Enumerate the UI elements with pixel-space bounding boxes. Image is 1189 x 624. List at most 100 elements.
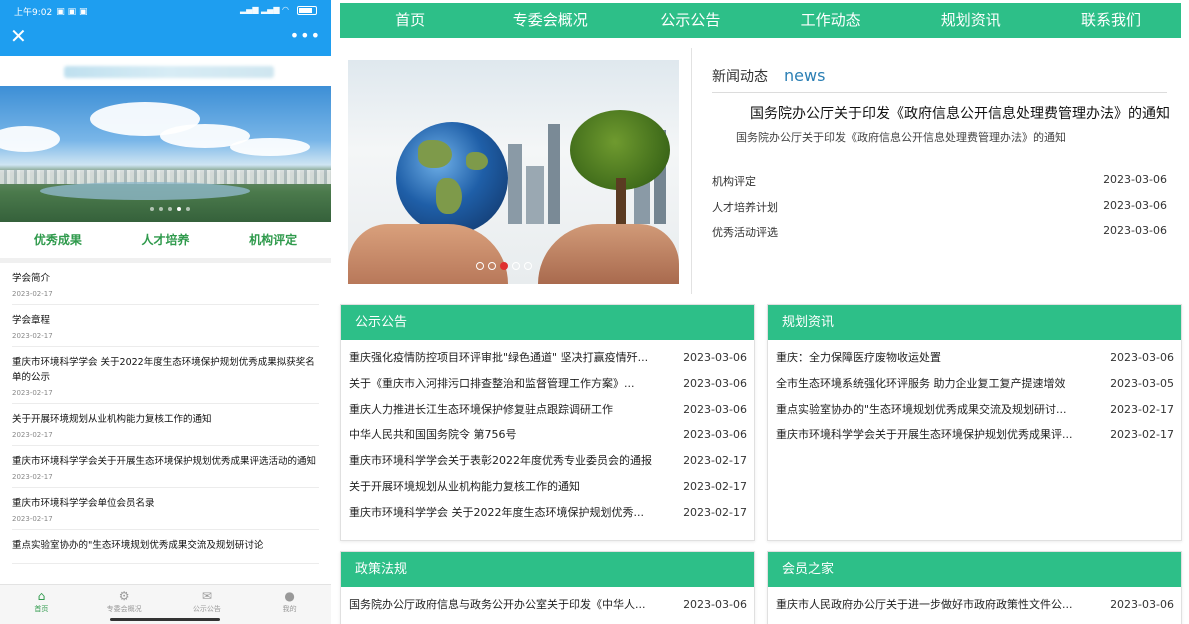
list-row[interactable]: 重庆：全力保障医疗废物收运处置 2023-03-06 <box>776 350 1174 376</box>
news-title: 优秀活动评选 <box>712 226 778 239</box>
list-item[interactable]: 重点实验室协办的"生态环境规划优秀成果交流及规划研讨论 <box>12 530 319 564</box>
mail-icon: ✉ <box>201 589 212 603</box>
list-row[interactable]: 关于《重庆市入河排污口排查整治和监督管理工作方案》... 2023-03-06 <box>349 376 747 402</box>
list-item[interactable]: 学会章程 2023-02-17 <box>12 305 319 347</box>
panel-title[interactable]: 政策法规 <box>341 552 754 587</box>
news-date: 2023-03-06 <box>1103 173 1167 186</box>
divider <box>691 48 692 294</box>
list-item-date: 2023-02-17 <box>12 290 53 298</box>
row-date: 2023-03-05 <box>1110 376 1174 390</box>
nav-notices[interactable]: 公示公告 <box>620 3 760 38</box>
more-icon[interactable]: ••• <box>290 26 321 45</box>
list-item-date: 2023-02-17 <box>12 431 53 439</box>
policy-panel: 政策法规 国务院办公厅政府信息与政务公开办公室关于印发《中华人... 2023-0… <box>340 551 755 624</box>
quick-link-achievements[interactable]: 优秀成果 <box>34 231 82 258</box>
tab-label: 我的 <box>282 605 297 613</box>
home-icon: ⌂ <box>37 589 46 603</box>
list-row[interactable]: 重庆强化疫情防控项目环评审批"绿色通道" 坚决打赢疫情歼... 2023-03-0… <box>349 350 747 376</box>
news-header: 新闻动态 news <box>712 66 1167 93</box>
banner-indicator <box>150 207 190 211</box>
continent-shape <box>418 140 452 168</box>
list-row[interactable]: 中华人民共和国国务院令 第756号 2023-03-06 <box>349 427 747 453</box>
panel-list: 国务院办公厅政府信息与政务公开办公室关于印发《中华人... 2023-03-06 <box>341 587 754 623</box>
screenshot-root: 上午9:02 ▣ ▣ ▣ ▂▄▆ ▂▄▆ ◠ ✕ ••• 优秀成果 人才培养 机 <box>0 0 1189 624</box>
row-date: 2023-03-06 <box>683 428 747 442</box>
building-shape <box>526 166 544 224</box>
list-item-date: 2023-02-17 <box>12 389 53 397</box>
nav-home[interactable]: 首页 <box>340 3 480 38</box>
tab-profile[interactable]: ● 我的 <box>248 585 331 624</box>
news-feature-subtitle: 国务院办公厅关于印发《政府信息公开信息处理费管理办法》的通知 <box>736 131 1066 144</box>
list-item[interactable]: 关于开展环境规划从业机构能力复核工作的通知 2023-02-17 <box>12 404 319 446</box>
panel-list: 重庆强化疫情防控项目环评审批"绿色通道" 坚决打赢疫情歼... 2023-03-0… <box>341 340 754 531</box>
mobile-header: 上午9:02 ▣ ▣ ▣ ▂▄▆ ▂▄▆ ◠ ✕ ••• <box>0 0 331 56</box>
row-title: 中华人民共和国国务院令 第756号 <box>349 428 517 442</box>
cloud-shape <box>230 138 310 156</box>
row-date: 2023-02-17 <box>1110 402 1174 416</box>
nav-planning[interactable]: 规划资讯 <box>901 3 1041 38</box>
hero-carousel[interactable] <box>348 60 679 284</box>
gear-icon: ⚙ <box>118 589 130 603</box>
row-date: 2023-02-17 <box>683 454 747 468</box>
list-row[interactable]: 重庆市环境科学学会关于表彰2022年度优秀专业委员会的通报 2023-02-17 <box>349 453 747 479</box>
news-title: 机构评定 <box>712 175 756 188</box>
nav-committee[interactable]: 专委会概况 <box>480 3 620 38</box>
list-item[interactable]: 学会简介 2023-02-17 <box>12 263 319 305</box>
quick-links: 优秀成果 人才培养 机构评定 <box>0 222 331 258</box>
news-row[interactable]: 优秀活动评选 2023-03-06 <box>712 224 1167 250</box>
close-icon[interactable]: ✕ <box>10 26 27 46</box>
list-item[interactable]: 重庆市环境科学学会单位会员名录 2023-02-17 <box>12 488 319 530</box>
nav-contact[interactable]: 联系我们 <box>1041 3 1181 38</box>
mobile-banner[interactable] <box>0 86 331 222</box>
mobile-article-list: 学会简介 2023-02-17 学会章程 2023-02-17 重庆市环境科学学… <box>0 263 331 564</box>
row-date: 2023-03-06 <box>1110 351 1174 364</box>
list-row[interactable]: 重庆市人民政府办公厅关于进一步做好市政府政策性文件公... 2023-03-06 <box>776 597 1174 623</box>
row-title: 重庆人力推进长江生态环境保护修复驻点跟踪调研工作 <box>349 402 613 416</box>
list-row[interactable]: 全市生态环境系统强化环评服务 助力企业复工复产提速增效 2023-03-05 <box>776 376 1174 402</box>
tab-label: 专委会概况 <box>106 605 142 613</box>
members-panel: 会员之家 重庆市人民政府办公厅关于进一步做好市政府政策性文件公... 2023-0… <box>767 551 1182 624</box>
desktop-view: 首页 专委会概况 公示公告 工作动态 规划资讯 联系我们 新闻动态 news 国… <box>340 0 1189 624</box>
carousel-indicator[interactable] <box>476 262 532 270</box>
news-row[interactable]: 机构评定 2023-03-06 <box>712 173 1167 199</box>
row-date: 2023-02-17 <box>683 505 747 519</box>
mobile-tab-bar: ⌂ 首页 ⚙ 专委会概况 ✉ 公示公告 ● 我的 <box>0 584 331 624</box>
list-row[interactable]: 重庆市环境科学学会 关于2022年度生态环境保护规划优秀... 2023-02-1… <box>349 505 747 531</box>
list-item[interactable]: 重庆市环境科学学会关于开展生态环境保护规划优秀成果评选活动的通知 2023-02… <box>12 446 319 488</box>
home-indicator <box>110 618 220 621</box>
nav-work[interactable]: 工作动态 <box>761 3 901 38</box>
row-date: 2023-02-17 <box>1110 428 1174 442</box>
list-item-title: 学会章程 <box>12 315 51 326</box>
row-title: 重庆市环境科学学会 关于2022年度生态环境保护规划优秀... <box>349 505 644 519</box>
list-item[interactable]: 重庆市环境科学学会 关于2022年度生态环境保护规划优秀成果拟获奖名单的公示 2… <box>12 347 319 404</box>
status-bar: 上午9:02 ▣ ▣ ▣ <box>14 5 87 19</box>
list-row[interactable]: 关于开展环境规划从业机构能力复核工作的通知 2023-02-17 <box>349 479 747 505</box>
news-row[interactable]: 人才培养计划 2023-03-06 <box>712 199 1167 225</box>
lake-shape <box>40 182 250 200</box>
panel-list: 重庆市人民政府办公厅关于进一步做好市政府政策性文件公... 2023-03-06 <box>768 587 1181 623</box>
list-row[interactable]: 重点实验室协办的"生态环境规划优秀成果交流及规划研讨... 2023-02-17 <box>776 402 1174 428</box>
mobile-view: 上午9:02 ▣ ▣ ▣ ▂▄▆ ▂▄▆ ◠ ✕ ••• 优秀成果 人才培养 机 <box>0 0 331 624</box>
row-title: 关于《重庆市入河排污口排查整治和监督管理工作方案》... <box>349 376 635 390</box>
planning-panel: 规划资讯 重庆：全力保障医疗废物收运处置 2023-03-06 全市生态环境系统强… <box>767 304 1182 541</box>
row-title: 关于开展环境规划从业机构能力复核工作的通知 <box>349 479 580 493</box>
list-row[interactable]: 重庆人力推进长江生态环境保护修复驻点跟踪调研工作 2023-03-06 <box>349 402 747 428</box>
building-shape <box>508 144 522 224</box>
panel-title[interactable]: 会员之家 <box>768 552 1181 587</box>
notice-panel: 公示公告 重庆强化疫情防控项目环评审批"绿色通道" 坚决打赢疫情歼... 2023… <box>340 304 755 541</box>
panel-list: 重庆：全力保障医疗废物收运处置 2023-03-06 全市生态环境系统强化环评服务… <box>768 340 1181 453</box>
list-row[interactable]: 重庆市环境科学学会关于开展生态环境保护规划优秀成果评... 2023-02-17 <box>776 427 1174 453</box>
panel-title[interactable]: 规划资讯 <box>768 305 1181 340</box>
news-feature-title[interactable]: 国务院办公厅关于印发《政府信息公开信息处理费管理办法》的通知 <box>750 103 1170 123</box>
panel-title[interactable]: 公示公告 <box>341 305 754 340</box>
row-title: 重庆市环境科学学会关于开展生态环境保护规划优秀成果评... <box>776 428 1073 442</box>
cloud-shape <box>0 126 60 152</box>
row-title: 重庆强化疫情防控项目环评审批"绿色通道" 坚决打赢疫情歼... <box>349 351 649 364</box>
main-nav: 首页 专委会概况 公示公告 工作动态 规划资讯 联系我们 <box>340 3 1181 38</box>
tab-home[interactable]: ⌂ 首页 <box>0 585 83 624</box>
quick-link-talent[interactable]: 人才培养 <box>141 231 189 258</box>
list-row[interactable]: 国务院办公厅政府信息与政务公开办公室关于印发《中华人... 2023-03-06 <box>349 597 747 623</box>
quick-link-assessment[interactable]: 机构评定 <box>249 231 297 258</box>
row-date: 2023-02-17 <box>683 479 747 493</box>
row-date: 2023-03-06 <box>683 402 747 416</box>
